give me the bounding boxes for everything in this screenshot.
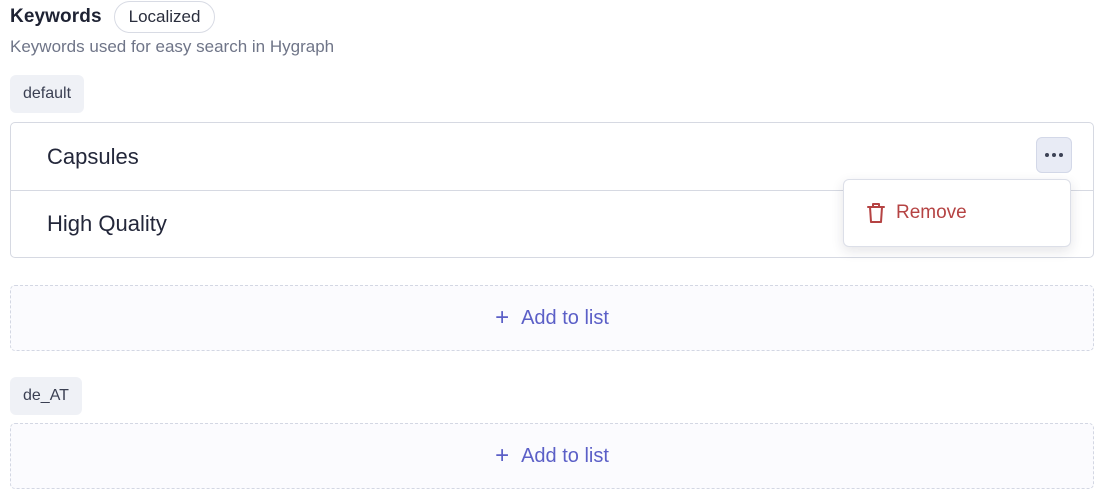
add-to-list-button-default[interactable]: + Add to list [10, 285, 1094, 351]
plus-icon: + [495, 304, 510, 331]
row-actions-menu: Remove [843, 179, 1071, 247]
remove-menu-item[interactable]: Remove [866, 202, 967, 224]
list-item-value: Capsules [47, 143, 139, 169]
more-horizontal-icon [1045, 153, 1049, 157]
plus-icon: + [495, 442, 510, 469]
trash-icon [866, 202, 886, 224]
remove-label: Remove [896, 202, 967, 223]
list-item-value: High Quality [47, 211, 167, 236]
add-to-list-label: Add to list [521, 444, 609, 467]
field-description: Keywords used for easy search in Hygraph [10, 37, 335, 56]
localized-badge: Localized [113, 1, 216, 33]
add-to-list-label: Add to list [521, 306, 609, 329]
add-to-list-button-de-at[interactable]: + Add to list [10, 423, 1094, 489]
field-header: Keywords Localized [10, 0, 216, 34]
row-menu-button[interactable] [1036, 137, 1072, 173]
locale-chip-de-at: de_AT [10, 377, 82, 415]
locale-chip-default: default [10, 75, 85, 113]
field-label: Keywords [10, 6, 102, 27]
